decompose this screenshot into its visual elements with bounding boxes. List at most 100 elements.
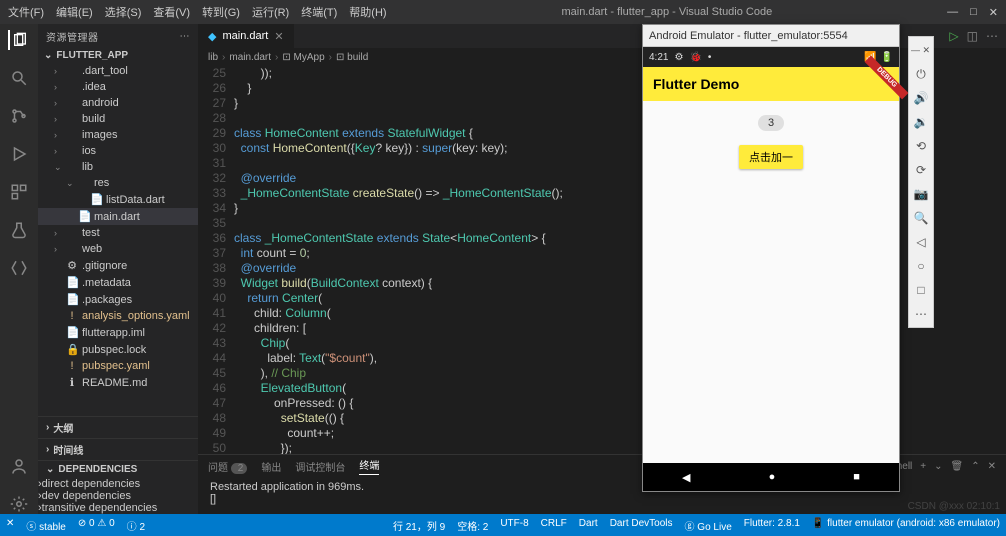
terminal-action[interactable]: 🗑 [951,461,964,472]
menu-item[interactable]: 文件(F) [8,4,44,20]
terminal-action[interactable]: + [920,461,926,472]
gear-icon[interactable] [9,494,29,514]
camera-icon[interactable]: 📷 [914,187,929,201]
panel-head[interactable]: ›大纲 [38,416,198,438]
status-item[interactable]: 📱 flutter emulator (android: x86 emulato… [812,518,1000,533]
rotate-left-icon[interactable]: ⟲ [916,139,926,153]
chevron-icon: › [54,146,62,156]
back-icon[interactable]: ◀ [682,471,690,484]
more-icon[interactable]: ⋯ [986,29,998,43]
close-icon[interactable]: ✕ [274,30,283,43]
menu-item[interactable]: 编辑(E) [56,4,93,20]
status-item[interactable]: ⓖ Go Live [685,518,732,533]
tree-item[interactable]: !analysis_options.yaml [38,308,198,324]
tree-item[interactable]: ›images [38,127,198,143]
tree-item[interactable]: ⚙.gitignore [38,257,198,274]
voldown-icon[interactable]: 🔉 [914,115,929,129]
status-item[interactable]: CRLF [541,518,567,533]
tree-item[interactable]: ⌄lib [38,159,198,175]
window-control[interactable]: □ [970,6,977,19]
breadcrumb-item[interactable]: ⊡ build [336,52,368,63]
debug-icon: 🐞 [689,52,701,63]
tree-item[interactable]: ›.idea [38,79,198,95]
terminal-tab[interactable]: 终端 [359,457,379,475]
window-control[interactable]: ✕ [989,6,998,19]
breadcrumb-item[interactable]: main.dart [229,52,271,63]
tree-item[interactable]: 🔒pubspec.lock [38,341,198,358]
status-item[interactable]: Dart DevTools [610,518,673,533]
tree-item[interactable]: ›web [38,241,198,257]
terminal-tab[interactable]: 问题 2 [208,459,247,474]
dep-item[interactable]: ›dev dependencies [38,490,198,502]
terminal-action[interactable]: ⌄ [934,461,942,472]
increment-button[interactable]: 点击加一 [739,145,803,169]
breadcrumb-item[interactable]: ⊡ MyApp [282,52,324,63]
tree-item[interactable]: ›android [38,95,198,111]
chevron-icon: › [54,130,62,140]
more-icon[interactable]: ⋯ [180,31,191,42]
file-icon: 📄 [66,293,78,306]
tree-item[interactable]: 📄listData.dart [38,191,198,208]
home-icon[interactable]: ○ [917,259,924,273]
tree-item[interactable]: 📄.packages [38,291,198,308]
tree-item[interactable]: 📄main.dart [38,208,198,225]
status-item[interactable]: ⊘ 0 ⚠ 0 [78,518,115,533]
home-icon[interactable]: ● [769,471,776,483]
scm-icon[interactable] [9,106,29,126]
breadcrumb-item[interactable]: lib [208,52,218,63]
tree-item[interactable]: 📄flutterapp.iml [38,324,198,341]
panel-head[interactable]: ⌄DEPENDENCIES [38,460,198,478]
chevron-down-icon[interactable]: ⌄ [44,50,52,61]
status-item[interactable]: ⓢ stable [26,518,65,533]
status-item[interactable]: 空格: 2 [457,518,488,533]
tree-item[interactable]: ›test [38,225,198,241]
extensions-icon[interactable] [9,182,29,202]
more-icon[interactable]: ⋯ [915,307,927,321]
menu-item[interactable]: 运行(R) [252,4,289,20]
tree-item[interactable]: ›.dart_tool [38,63,198,79]
account-icon[interactable] [9,456,29,476]
run-icon[interactable] [9,144,29,164]
status-item[interactable]: ✕ [6,518,14,533]
status-item[interactable]: 行 21，列 9 [393,518,445,533]
status-item[interactable]: ⓘ 2 [127,518,145,533]
terminal-prompt[interactable]: [] [210,493,994,505]
run-start-icon[interactable]: ▷ [949,29,958,43]
search-icon[interactable] [9,68,29,88]
dep-item[interactable]: ›transitive dependencies [38,502,198,514]
terminal-action[interactable]: ✕ [988,461,996,472]
terminal-action[interactable]: ⌃ [971,461,979,472]
split-icon[interactable]: ◫ [967,29,978,43]
emu-close-icon[interactable]: — ✕ [911,43,930,57]
terminal-tab[interactable]: 调试控制台 [295,459,345,474]
status-item[interactable]: UTF-8 [500,518,528,533]
zoom-icon[interactable]: 🔍 [914,211,929,225]
rotate-right-icon[interactable]: ⟳ [916,163,926,177]
status-item[interactable]: Flutter: 2.8.1 [744,518,800,533]
menu-item[interactable]: 帮助(H) [349,4,386,20]
tree-item[interactable]: ⌄res [38,175,198,191]
back-icon[interactable]: ◁ [916,235,925,249]
dep-item[interactable]: ›direct dependencies [38,478,198,490]
explorer-icon[interactable] [8,30,28,50]
status-item[interactable]: Dart [579,518,598,533]
menu-item[interactable]: 选择(S) [105,4,142,20]
volup-icon[interactable]: 🔊 [914,91,929,105]
power-icon[interactable]: ⏻ [916,67,926,81]
tab-main-dart[interactable]: ◆ main.dart ✕ [198,24,295,48]
tree-item[interactable]: ›build [38,111,198,127]
tree-item[interactable]: ›ios [38,143,198,159]
menu-item[interactable]: 终端(T) [301,4,337,20]
window-control[interactable]: — [947,6,958,19]
remote-icon[interactable] [9,258,29,278]
tree-item[interactable]: ℹREADME.md [38,374,198,391]
recent-icon[interactable]: ■ [853,471,860,483]
overview-icon[interactable]: □ [917,283,924,297]
tree-item[interactable]: 📄.metadata [38,274,198,291]
menu-item[interactable]: 转到(G) [202,4,240,20]
test-icon[interactable] [9,220,29,240]
terminal-tab[interactable]: 输出 [261,459,281,474]
menu-item[interactable]: 查看(V) [153,4,190,20]
panel-head[interactable]: ›时间线 [38,438,198,460]
tree-item[interactable]: !pubspec.yaml [38,358,198,374]
